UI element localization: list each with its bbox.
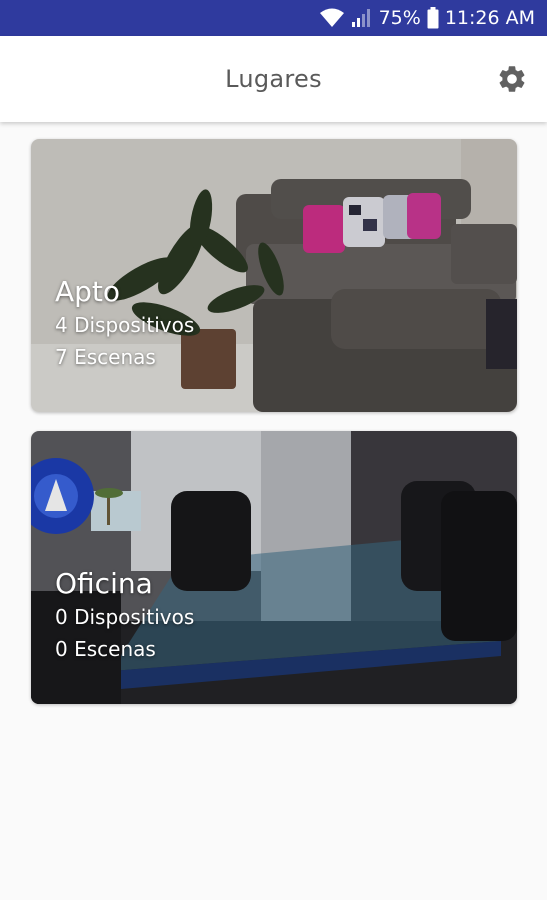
scene-count: 0 Escenas — [55, 637, 156, 661]
signal-icon — [351, 8, 373, 28]
scene-count: 7 Escenas — [55, 345, 156, 369]
battery-percent: 75% — [378, 7, 421, 29]
gear-icon — [499, 66, 525, 92]
place-card-oficina[interactable]: Oficina 0 Dispositivos 0 Escenas — [31, 431, 517, 704]
clock: 11:26 AM — [444, 7, 535, 29]
place-card-apto[interactable]: Apto 4 Dispositivos 7 Escenas — [31, 139, 517, 412]
status-bar: 75% 11:26 AM — [0, 0, 547, 36]
battery-icon — [427, 7, 439, 29]
settings-button[interactable] — [495, 62, 529, 96]
app-bar: Lugares — [0, 36, 547, 122]
page-title: Lugares — [225, 65, 322, 93]
wifi-icon — [319, 8, 345, 28]
place-info-oficina: Oficina 0 Dispositivos 0 Escenas — [55, 567, 194, 665]
place-name: Oficina — [55, 567, 153, 600]
place-name: Apto — [55, 275, 121, 308]
device-count: 0 Dispositivos — [55, 605, 195, 629]
device-count: 4 Dispositivos — [55, 313, 195, 337]
place-info-apto: Apto 4 Dispositivos 7 Escenas — [55, 275, 194, 373]
